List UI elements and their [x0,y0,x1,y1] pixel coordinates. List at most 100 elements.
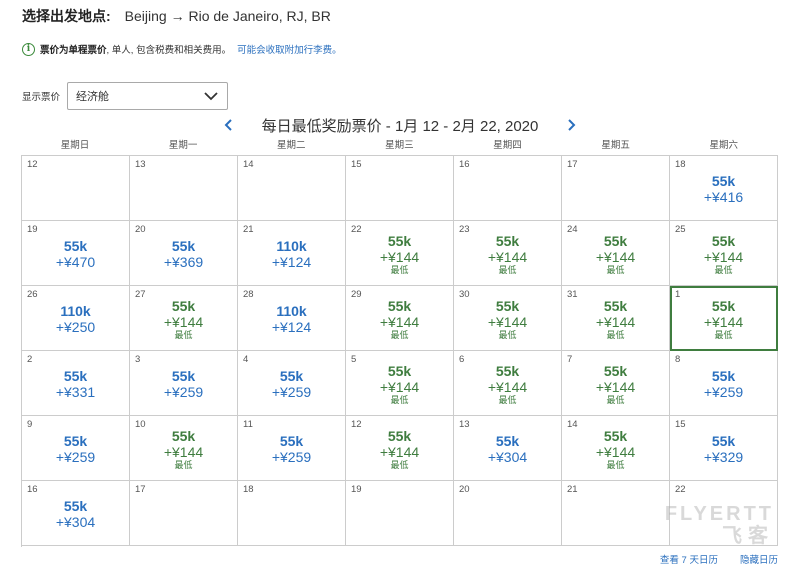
day-number: 13 [135,159,146,170]
calendar-day-cell[interactable]: 11 55k +¥259 [238,416,346,481]
fare-price: 55k +¥144 最低 [130,298,237,341]
tax-value: +¥259 [55,449,96,465]
calendar-day-cell[interactable]: 15 55k +¥329 [670,416,778,481]
calendar-day-cell[interactable]: 16 55k +¥304 [22,481,130,546]
calendar-day-cell[interactable]: 27 55k +¥144 最低 [130,286,238,351]
miles-value: 55k [387,428,412,444]
weekday-fri: 星期五 [601,140,630,151]
miles-value: 55k [279,368,304,384]
fare-price: 55k +¥144 最低 [670,233,777,276]
day-number: 2 [27,354,33,365]
calendar-day-cell[interactable]: 22 55k +¥144 最低 [346,221,454,286]
chevron-left-icon[interactable] [222,118,236,132]
miles-value: 55k [603,233,628,249]
tax-value: +¥259 [703,384,744,400]
miles-value: 55k [495,233,520,249]
hide-calendar-link[interactable]: 隐藏日历 [740,552,778,566]
tax-value: +¥144 [379,314,420,330]
calendar-day-cell[interactable]: 15 [346,156,454,221]
day-number: 3 [135,354,141,365]
calendar-day-cell[interactable]: 21 [562,481,670,546]
calendar-day-cell[interactable]: 12 [22,156,130,221]
tax-value: +¥144 [487,379,528,395]
day-number: 11 [243,419,253,430]
calendar-grid: 12 13 14 15 16 17 18 55k +¥416 19 55k +¥470 20 55k +¥3… [21,155,778,547]
tax-value: +¥144 [487,249,528,265]
day-number: 21 [243,224,254,235]
fare-price: 110k +¥250 [22,303,129,335]
view-7-day-link[interactable]: 查看 7 天日历 [660,552,718,566]
miles-value: 55k [603,298,628,314]
fare-price: 110k +¥124 [238,303,345,335]
calendar-day-cell[interactable]: 20 [454,481,562,546]
baggage-fee-link[interactable]: 可能会收取附加行李费。 [237,42,342,56]
day-number: 19 [27,224,38,235]
calendar-day-cell[interactable]: 25 55k +¥144 最低 [670,221,778,286]
origin-label: 选择出发地点: [22,8,111,24]
calendar-day-cell[interactable]: 20 55k +¥369 [130,221,238,286]
calendar-day-cell[interactable]: 6 55k +¥144 最低 [454,351,562,416]
fare-price: 55k +¥369 [130,238,237,270]
calendar-day-cell[interactable]: 4 55k +¥259 [238,351,346,416]
weekday-sat: 星期六 [709,140,739,151]
tax-value: +¥304 [55,514,96,530]
calendar-day-cell[interactable]: 16 [454,156,562,221]
miles-value: 55k [63,433,88,449]
calendar-day-cell[interactable]: 18 [238,481,346,546]
miles-value: 55k [495,433,520,449]
calendar-day-cell[interactable]: 14 [238,156,346,221]
calendar-day-cell[interactable]: 19 55k +¥470 [22,221,130,286]
calendar-day-cell[interactable]: 10 55k +¥144 最低 [130,416,238,481]
calendar-day-cell[interactable]: 21 110k +¥124 [238,221,346,286]
fare-price: 55k +¥144 最低 [346,233,453,276]
fare-price: 55k +¥259 [22,433,129,465]
calendar-day-cell[interactable]: 9 55k +¥259 [22,416,130,481]
day-number: 4 [243,354,249,365]
calendar-day-cell[interactable]: 17 [562,156,670,221]
calendar-day-cell[interactable]: 30 55k +¥144 最低 [454,286,562,351]
calendar-day-cell[interactable]: 13 [130,156,238,221]
fare-price: 55k +¥144 最低 [562,363,669,406]
calendar-day-cell[interactable]: 17 [130,481,238,546]
calendar-day-cell[interactable]: 7 55k +¥144 最低 [562,351,670,416]
calendar-day-cell[interactable]: 24 55k +¥144 最低 [562,221,670,286]
calendar-day-cell[interactable]: 31 55k +¥144 最低 [562,286,670,351]
lowest-fare-tag: 最低 [606,395,625,405]
miles-value: 110k [276,303,307,319]
miles-value: 110k [60,303,91,319]
calendar-day-cell[interactable]: 14 55k +¥144 最低 [562,416,670,481]
calendar-day-cell[interactable]: 3 55k +¥259 [130,351,238,416]
calendar-day-cell[interactable]: 22 [670,481,778,546]
calendar-day-cell[interactable]: 8 55k +¥259 [670,351,778,416]
calendar-day-cell[interactable]: 13 55k +¥304 [454,416,562,481]
calendar-day-cell[interactable]: 23 55k +¥144 最低 [454,221,562,286]
calendar-day-cell[interactable]: 12 55k +¥144 最低 [346,416,454,481]
miles-value: 55k [603,363,628,379]
calendar-day-cell[interactable]: 19 [346,481,454,546]
lowest-fare-tag: 最低 [606,460,625,470]
calendar-day-cell[interactable]: 18 55k +¥416 [670,156,778,221]
day-number: 19 [351,484,362,495]
fare-price: 55k +¥144 最低 [670,298,777,341]
calendar-day-cell[interactable]: 5 55k +¥144 最低 [346,351,454,416]
fare-price: 55k +¥259 [670,368,777,400]
notice-bold: 票价为单程票价 [40,45,107,56]
lowest-fare-tag: 最低 [390,395,409,405]
calendar-day-cell[interactable]: 26 110k +¥250 [22,286,130,351]
lowest-fare-tag: 最低 [174,330,193,340]
calendar-day-cell[interactable]: 28 110k +¥124 [238,286,346,351]
tax-value: +¥144 [595,314,636,330]
tax-value: +¥144 [487,314,528,330]
cabin-select[interactable]: 经济舱 [67,82,228,110]
tax-value: +¥144 [163,444,204,460]
miles-value: 55k [171,428,196,444]
calendar-day-cell[interactable]: 1 55k +¥144 最低 [670,286,778,351]
tax-value: +¥144 [163,314,204,330]
lowest-fare-tag: 最低 [714,265,733,275]
calendar-day-cell[interactable]: 2 55k +¥331 [22,351,130,416]
tax-value: +¥470 [55,254,96,270]
calendar-day-cell[interactable]: 29 55k +¥144 最低 [346,286,454,351]
chevron-right-icon[interactable] [564,118,578,132]
fare-price: 55k +¥144 最低 [346,428,453,471]
miles-value: 55k [63,238,88,254]
